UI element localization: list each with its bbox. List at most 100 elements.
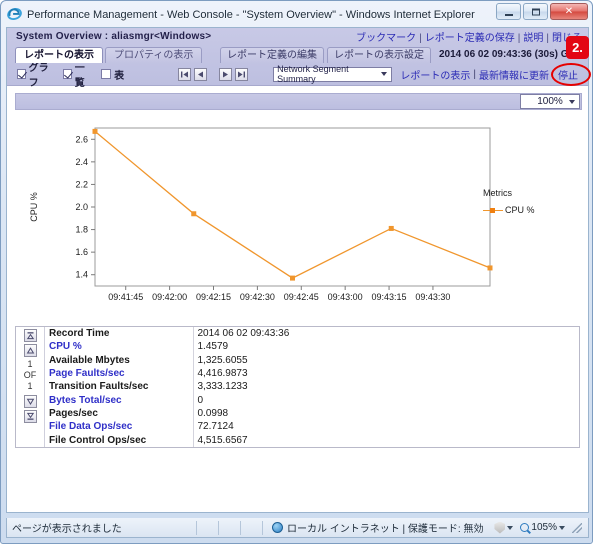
table-total-pages: 1 [27,381,33,391]
refresh-link[interactable]: 最新情報に更新 [479,67,549,82]
tab-properties-view[interactable]: プロパティの表示 [105,47,203,63]
metric-value: 4,515.6567 [197,434,248,446]
metric-label: Available Mbytes [45,353,194,367]
app-header-title-row: System Overview : aliasmgr<Windows> ブックマ… [7,28,588,45]
report-timestamp: 2014 06 02 09:43:36 (30s) GMT+09:0 [439,49,586,60]
status-segment [175,520,197,535]
chart-y-tick-label: 1.6 [75,247,88,257]
metric-label[interactable]: File Data Ops/sec [45,420,194,434]
chart-ylabel: CPU % [29,192,39,222]
chart-x-tick-label: 09:41:45 [108,292,143,302]
link-separator: | [473,68,477,80]
metric-label: Record Time [45,327,194,341]
checkbox-table-box[interactable] [101,69,112,79]
bookmark-link[interactable]: ブックマーク [356,33,416,44]
first-page-button[interactable] [178,67,192,81]
chart-y-tick-label: 2.2 [75,179,88,189]
legend-swatch-icon [483,206,503,215]
intranet-zone-icon [271,522,283,533]
resize-grip[interactable] [572,522,582,533]
chart-data-point [388,225,394,231]
chart-data-point [487,265,493,271]
metrics-table-body: Record Time 2014 06 02 09:43:36 CPU % 1.457… [45,327,579,447]
checkbox-graph-box[interactable] [17,69,26,79]
report-display-settings-button[interactable]: レポートの表示設定 [327,47,431,63]
chart-legend-item: CPU % [483,205,535,215]
metric-label: File Control Ops/sec [45,433,194,447]
report-select[interactable]: Network Segment Summary [273,64,393,84]
privacy-settings-button[interactable] [492,521,515,534]
status-segment [219,520,241,535]
chart-legend-label: CPU % [505,205,535,215]
next-record-icon [26,398,34,405]
link-separator: | [419,33,422,44]
page-title: System Overview : aliasmgr<Windows> [16,31,212,42]
table-current-page: 1 [27,359,33,369]
tab-bar: レポートの表示 プロパティの表示 レポート定義の編集 レポートの表示設定 201… [7,45,588,63]
tab-report-view[interactable]: レポートの表示 [15,47,103,63]
record-navigation [178,67,251,81]
chart-y-tick-label: 2.4 [75,157,88,167]
last-page-button[interactable] [235,67,249,81]
security-zone[interactable]: ローカル イントラネット | 保護モード: 無効 [263,520,492,535]
chart-x-tick-label: 09:42:00 [152,292,187,302]
table-first-button[interactable] [23,329,37,342]
show-report-link[interactable]: レポートの表示 [400,67,470,82]
table-last-button[interactable] [23,410,37,423]
checkbox-table-label: 表 [114,70,125,82]
close-button[interactable]: ✕ [550,3,588,20]
table-previous-button[interactable] [23,344,37,357]
save-report-definition-link[interactable]: レポート定義の保存 [425,33,515,44]
table-row: Pages/sec 0.0998 [45,406,579,421]
help-link[interactable]: 説明 [523,33,543,44]
chart-data-point [290,275,295,281]
metric-value: 0 [197,394,204,406]
last-page-icon [238,71,246,77]
checkbox-list-box[interactable] [63,69,72,79]
zoom-level-label: 105% [531,522,557,533]
status-right-tools: 105% [492,521,588,534]
chart-zoom-strip: 100% [15,93,582,110]
shield-icon [494,521,506,534]
stop-link[interactable]: 停止 [558,71,578,82]
table-next-button[interactable] [23,395,37,408]
table-row: Transition Faults/sec 3,333.1233 [45,380,579,394]
table-row: Page Faults/sec 4,416.9873 [45,366,579,381]
edit-report-definition-button[interactable]: レポート定義の編集 [220,47,324,63]
chart-data-point [191,211,197,217]
checkbox-graph[interactable]: グラフ [17,59,53,89]
metric-label[interactable]: CPU % [45,340,194,354]
metric-label[interactable]: Page Faults/sec [45,366,194,381]
security-zone-label: ローカル イントラネット | 保護モード: 無効 [286,524,484,535]
checkbox-table[interactable]: 表 [101,67,124,82]
checkbox-graph-label: グラフ [28,63,49,89]
table-pager: 1 OF 1 [16,327,45,447]
metric-label[interactable]: Bytes Total/sec [45,393,194,407]
status-message: ページが表示されました [12,524,122,535]
previous-page-button[interactable] [194,67,208,81]
chevron-down-icon [559,525,565,530]
table-row: File Data Ops/sec 72.7124 [45,420,579,434]
maximize-button[interactable] [523,3,548,20]
first-record-icon [26,332,34,340]
link-separator: | [517,33,521,44]
magnifier-icon [520,523,530,532]
minimize-button[interactable] [496,3,521,20]
table-row: File Control Ops/sec 4,515.6567 [45,433,579,447]
close-icon: ✕ [564,5,574,17]
chart-y-tick-label: 1.8 [75,225,88,235]
chart-zoom-select[interactable]: 100% [520,94,580,109]
zoom-level-button[interactable]: 105% [518,522,567,533]
title-bar: Performance Management - Web Console - "… [1,1,592,25]
action-links: レポートの表示 | 最新情報に更新 停止 [400,62,592,86]
annotation-badge-2: 2. [566,36,589,59]
next-page-icon [223,71,229,77]
chart-x-tick-label: 09:42:45 [284,292,319,302]
chart-y-tick-label: 2.6 [75,134,88,144]
browser-window: Performance Management - Web Console - "… [0,0,593,544]
checkbox-list-label: 一覧 [74,63,85,89]
checkbox-list[interactable]: 一覧 [63,59,91,89]
link-separator: | [546,33,549,44]
chart-data-point [92,128,98,134]
next-page-button[interactable] [219,67,233,81]
